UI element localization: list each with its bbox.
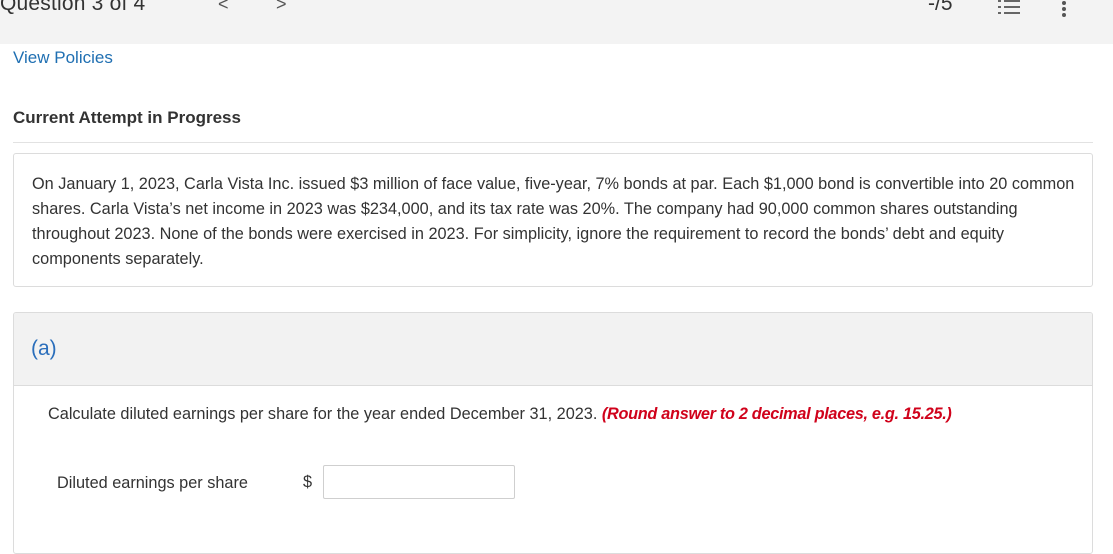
attempt-status: Current Attempt in Progress	[13, 108, 241, 127]
next-question-button[interactable]: >	[276, 0, 287, 15]
currency-symbol: $	[303, 473, 313, 491]
part-a-label: (a)	[31, 337, 57, 360]
part-a-panel: (a) Calculate diluted earnings per share…	[13, 312, 1093, 554]
question-title: Question 3 of 4	[0, 0, 146, 15]
problem-statement-box: On January 1, 2023, Carla Vista Inc. iss…	[13, 153, 1093, 287]
part-a-instruction: Calculate diluted earnings per share for…	[48, 405, 952, 424]
previous-question-button[interactable]: <	[218, 0, 229, 15]
list-icon[interactable]	[998, 0, 1020, 16]
diluted-eps-label: Diluted earnings per share	[57, 474, 248, 492]
divider	[13, 142, 1093, 143]
instruction-text: Calculate diluted earnings per share for…	[48, 405, 598, 423]
score-display: -/5	[928, 0, 953, 15]
more-vertical-icon[interactable]	[1060, 0, 1068, 18]
rounding-note: (Round answer to 2 decimal places, e.g. …	[601, 405, 952, 423]
question-header: Question 3 of 4 < > -/5	[0, 0, 1113, 44]
view-policies-link[interactable]: View Policies	[13, 48, 113, 68]
part-a-header: (a)	[14, 313, 1092, 386]
diluted-eps-input[interactable]	[323, 465, 515, 499]
problem-text: On January 1, 2023, Carla Vista Inc. iss…	[32, 175, 1075, 268]
